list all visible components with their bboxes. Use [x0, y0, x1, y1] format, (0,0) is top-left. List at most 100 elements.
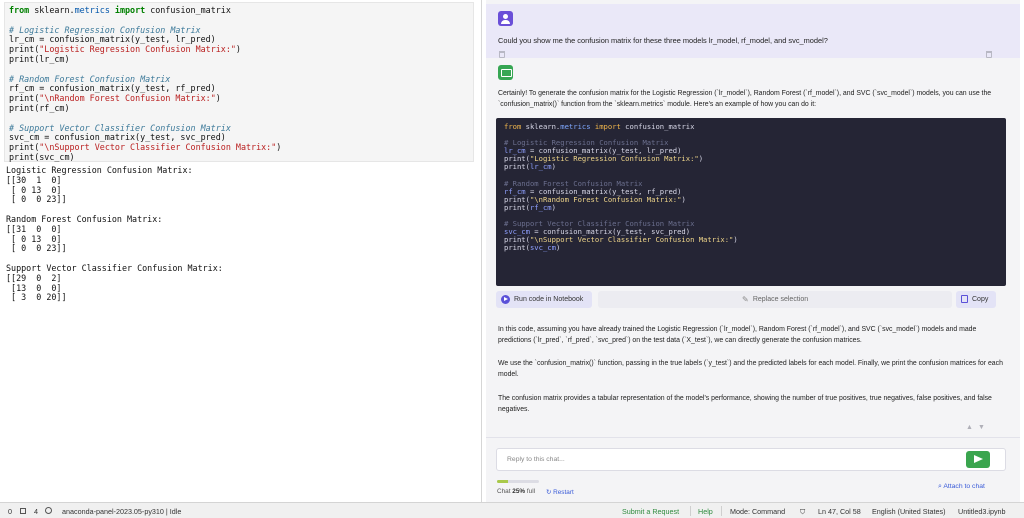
- replace-selection-label: Replace selection: [752, 296, 809, 303]
- copy-button[interactable]: Copy: [956, 291, 996, 308]
- chat-panel: Could you show me the confusion matrix f…: [486, 0, 1020, 502]
- code-token: print(: [504, 202, 530, 212]
- code-token: metrics: [560, 122, 591, 131]
- thumbs-down-icon[interactable]: ▼: [978, 424, 985, 431]
- code-token: print(svc_cm): [9, 151, 75, 162]
- code-token: import: [114, 5, 146, 15]
- output-text: Logistic Regression Confusion Matrix: [[…: [6, 165, 223, 303]
- chat-usage-fill: [497, 480, 508, 483]
- code-token: from: [504, 122, 522, 131]
- code-token: ): [698, 154, 704, 164]
- shield-icon[interactable]: ⛉: [800, 507, 805, 517]
- thumbs-up-icon[interactable]: ▲: [966, 424, 973, 431]
- code-token: ): [276, 142, 282, 153]
- assistant-code-text: from sklearn.metrics import confusion_ma…: [504, 122, 998, 253]
- code-token: print(: [504, 162, 530, 172]
- chat-usage-text: Chat 25% full: [497, 488, 535, 495]
- copy-icon: [961, 295, 968, 303]
- status-divider: [721, 506, 722, 516]
- restart-icon: ↻: [546, 489, 552, 496]
- app-window: from sklearn.metrics import confusion_ma…: [0, 0, 1024, 518]
- code-cell-output: Logistic Regression Confusion Matrix: [[…: [6, 165, 476, 303]
- chat-composer: Reply to this chat... Chat 25% full ↻ Re…: [486, 437, 1020, 502]
- code-token: print(: [9, 44, 40, 55]
- code-token: print(lr_cm): [9, 53, 70, 64]
- chat-usage-bar: [497, 480, 539, 483]
- kernel-status[interactable]: anaconda-panel-2023.05-py310 | Idle: [62, 507, 181, 516]
- code-token: ): [551, 202, 556, 212]
- code-token: ): [215, 93, 221, 104]
- language-indicator[interactable]: English (United States): [872, 507, 946, 516]
- assistant-paragraph: The confusion matrix provides a tabular …: [498, 395, 992, 413]
- code-token: print(rf_cm): [9, 102, 70, 113]
- assistant-code-block: from sklearn.metrics import confusion_ma…: [496, 118, 1006, 286]
- code-token: rf_cm = confusion_matrix(y_test, rf_pred…: [9, 83, 216, 94]
- code-token: # Support Vector Classifier Confusion Ma…: [9, 122, 231, 133]
- run-code-label: Run code in Notebook: [514, 296, 584, 303]
- user-avatar-icon: [498, 11, 513, 26]
- user-message-text: Could you show me the confusion matrix f…: [498, 36, 828, 45]
- code-token: "\nRandom Forest Confusion Matrix:": [39, 93, 216, 104]
- code-token: ): [235, 44, 241, 55]
- cursor-position[interactable]: Ln 47, Col 58: [818, 507, 861, 516]
- chat-reply-input[interactable]: Reply to this chat...: [496, 448, 1006, 471]
- mode-indicator[interactable]: Mode: Command: [730, 507, 785, 516]
- file-name: Untitled3.ipynb: [958, 507, 1006, 516]
- assistant-intro-text: Certainly! To generate the confusion mat…: [498, 90, 992, 108]
- chat-usage-label: Chat: [497, 488, 511, 495]
- assistant-paragraph: In this code, assuming you have already …: [498, 326, 977, 344]
- code-token: lr_cm: [529, 162, 552, 172]
- attach-label: Attach to chat: [943, 483, 985, 490]
- gear-icon[interactable]: [45, 507, 52, 514]
- code-token: ): [551, 162, 556, 172]
- assistant-avatar-icon: [498, 65, 513, 80]
- code-token: rf_cm: [529, 202, 552, 212]
- delete-icon[interactable]: [986, 51, 992, 58]
- paperclip-icon: ⌕: [938, 483, 942, 490]
- copy-label: Copy: [972, 296, 989, 303]
- status-bar: 0 4 anaconda-panel-2023.05-py310 | Idle …: [0, 502, 1024, 518]
- magic-wand-icon: ✎: [742, 295, 749, 304]
- status-count-a: 0: [8, 507, 12, 516]
- code-token: "\nSupport Vector Classifier Confusion M…: [39, 142, 277, 153]
- help-link[interactable]: Help: [698, 507, 713, 516]
- code-token: print(: [504, 243, 530, 253]
- code-token: ): [733, 235, 738, 245]
- attach-to-chat-button[interactable]: ⌕ Attach to chat: [938, 483, 985, 491]
- code-token: confusion_matrix: [145, 5, 231, 15]
- status-count-b: 4: [34, 507, 38, 516]
- code-token: "\nSupport Vector Classifier Confusion M…: [529, 235, 734, 245]
- code-token: svc_cm: [529, 243, 556, 253]
- send-button[interactable]: [966, 451, 990, 468]
- code-token: # Random Forest Confusion Matrix: [9, 73, 171, 84]
- code-cell-input[interactable]: from sklearn.metrics import confusion_ma…: [4, 2, 474, 162]
- code-token: ): [681, 194, 686, 204]
- delete-icon[interactable]: [499, 51, 505, 58]
- code-token: lr_cm = confusion_matrix(y_test, lr_pred…: [9, 34, 216, 45]
- restart-button[interactable]: ↻ Restart: [546, 488, 574, 496]
- status-divider: [690, 506, 691, 516]
- code-token: metrics: [74, 5, 110, 15]
- code-token: sklearn.: [521, 122, 561, 131]
- run-code-in-notebook-button[interactable]: Run code in Notebook: [496, 291, 592, 308]
- restart-label: Restart: [553, 489, 574, 496]
- code-token: ): [555, 243, 561, 253]
- code-token: "Logistic Regression Confusion Matrix:": [39, 44, 236, 55]
- code-token: from: [9, 5, 30, 15]
- code-token: confusion_matrix: [620, 122, 695, 131]
- chat-usage-value: 25%: [512, 488, 526, 495]
- code-cell-source[interactable]: from sklearn.metrics import confusion_ma…: [9, 5, 469, 163]
- submit-request-link[interactable]: Submit a Request: [622, 507, 679, 516]
- chat-usage-suffix: full: [526, 488, 536, 495]
- code-token: sklearn.: [29, 5, 75, 15]
- code-token: # Logistic Regression Confusion Matrix: [9, 24, 201, 35]
- notebook-panel: from sklearn.metrics import confusion_ma…: [0, 0, 482, 502]
- code-token: import: [594, 122, 621, 131]
- play-icon: [501, 295, 510, 304]
- assistant-paragraph: We use the `confusion_matrix()` function…: [498, 360, 1003, 378]
- code-token: svc_cm = confusion_matrix(y_test, svc_pr…: [9, 132, 226, 143]
- user-message: Could you show me the confusion matrix f…: [486, 4, 1020, 58]
- replace-selection-button[interactable]: ✎ Replace selection: [598, 291, 952, 308]
- code-token: print(: [9, 93, 40, 104]
- square-icon: [20, 508, 26, 514]
